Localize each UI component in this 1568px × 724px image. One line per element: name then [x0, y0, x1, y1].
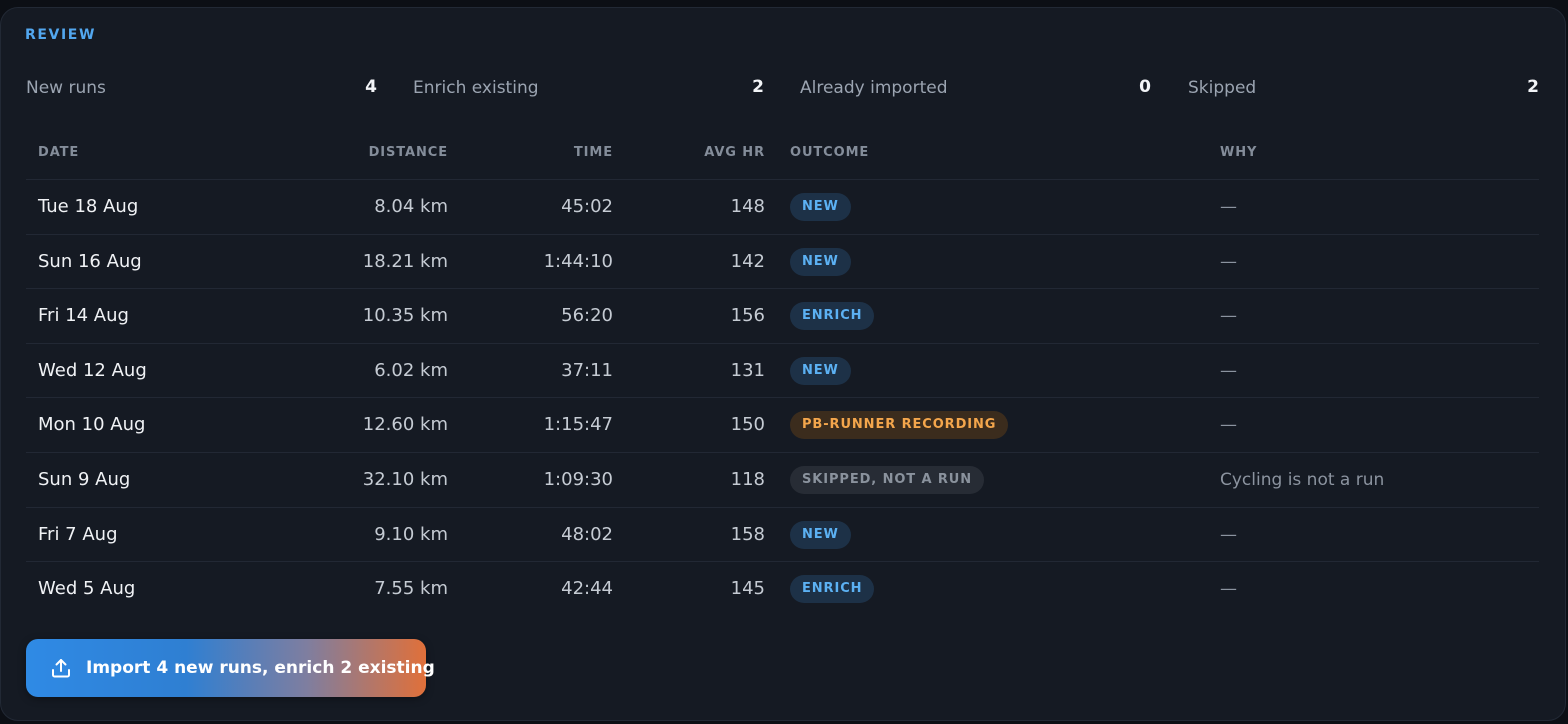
- stat-enrich-existing-label: Enrich existing: [413, 78, 539, 98]
- row-distance: 8.04 km: [374, 196, 448, 217]
- row-avg-hr: 118: [730, 469, 765, 490]
- row-date: Wed 12 Aug: [38, 359, 147, 381]
- stat-already-imported-label: Already imported: [800, 78, 948, 98]
- row-time: 37:11: [561, 359, 613, 381]
- row-avg-hr: 150: [730, 414, 765, 436]
- row-distance: 12.60 km: [362, 414, 448, 436]
- column-header-date: DATE: [38, 145, 80, 160]
- row-date: Tue 18 Aug: [38, 196, 139, 217]
- row-distance: 10.35 km: [362, 305, 448, 327]
- row-why: Cycling is not a run: [1220, 470, 1385, 490]
- row-why: —: [1220, 415, 1237, 436]
- column-header-time: TIME: [573, 145, 613, 160]
- row-time: 48:02: [561, 523, 613, 545]
- row-why: —: [1220, 360, 1237, 381]
- outcome-badge: ENRICH: [790, 575, 875, 604]
- outcome-badge: NEW: [790, 247, 851, 276]
- row-distance: 6.02 km: [374, 359, 448, 381]
- table-row: Fri 14 Aug 10.35 km 56:20 156 ENRICH —: [26, 289, 1539, 344]
- stat-skipped-value: 2: [1527, 77, 1539, 97]
- row-avg-hr: 148: [730, 196, 765, 217]
- row-time: 45:02: [561, 196, 613, 217]
- table-row: Fri 7 Aug 9.10 km 48:02 158 NEW —: [26, 508, 1539, 563]
- row-date: Fri 14 Aug: [38, 305, 129, 327]
- outcome-badge: PB-RUNNER RECORDING: [790, 411, 1009, 440]
- row-date: Mon 10 Aug: [38, 414, 146, 436]
- stat-enrich-existing-value: 2: [752, 77, 764, 97]
- row-time: 1:09:30: [543, 469, 613, 490]
- upload-icon: [52, 659, 70, 678]
- outcome-badge: NEW: [790, 520, 851, 549]
- row-date: Sun 16 Aug: [38, 250, 142, 272]
- stat-skipped-label: Skipped: [1188, 78, 1257, 98]
- table-row: Mon 10 Aug 12.60 km 1:15:47 150 PB-RUNNER RE…: [26, 398, 1539, 453]
- row-date: Fri 7 Aug: [38, 523, 118, 545]
- table-row: Wed 5 Aug 7.55 km 42:44 145 ENRICH —: [26, 562, 1539, 616]
- row-date: Wed 5 Aug: [38, 578, 136, 600]
- outcome-badge: NEW: [790, 356, 851, 385]
- row-distance: 32.10 km: [362, 469, 448, 490]
- row-time: 1:44:10: [543, 250, 613, 272]
- table-row: Wed 12 Aug 6.02 km 37:11 131 NEW —: [26, 344, 1539, 399]
- row-why: —: [1220, 251, 1237, 272]
- column-header-outcome: OUTCOME: [790, 145, 870, 160]
- column-header-distance: DISTANCE: [368, 145, 448, 160]
- row-avg-hr: 145: [730, 578, 765, 600]
- row-why: —: [1220, 306, 1237, 327]
- column-header-avg-hr: AVG HR: [704, 145, 765, 160]
- row-avg-hr: 158: [730, 523, 765, 545]
- import-button[interactable]: Import 4 new runs, enrich 2 existing: [26, 639, 435, 697]
- row-distance: 18.21 km: [362, 250, 448, 272]
- table-row: Sun 9 Aug 32.10 km 1:09:30 118 SKIPPED, NOT …: [26, 453, 1539, 508]
- import-button-label: Import 4 new runs, enrich 2 existing: [86, 658, 435, 678]
- outcome-badge: SKIPPED, NOT A RUN: [790, 466, 985, 494]
- row-why: —: [1220, 579, 1237, 600]
- row-distance: 9.10 km: [374, 523, 448, 545]
- row-avg-hr: 156: [730, 305, 765, 327]
- table-row: Sun 16 Aug 18.21 km 1:44:10 142 NEW —: [26, 235, 1539, 290]
- row-avg-hr: 142: [730, 250, 765, 272]
- outcome-badge: ENRICH: [790, 302, 875, 331]
- row-time: 56:20: [561, 305, 613, 327]
- section-label: REVIEW: [25, 27, 96, 43]
- row-distance: 7.55 km: [374, 578, 448, 600]
- stat-already-imported-value: 0: [1139, 77, 1151, 97]
- row-why: —: [1220, 197, 1237, 217]
- stat-new-runs-value: 4: [365, 77, 377, 97]
- outcome-badge: NEW: [790, 193, 851, 221]
- row-time: 1:15:47: [543, 414, 613, 436]
- row-why: —: [1220, 524, 1237, 545]
- row-time: 42:44: [561, 578, 613, 600]
- column-header-why: WHY: [1220, 145, 1258, 160]
- row-avg-hr: 131: [730, 359, 765, 381]
- row-date: Sun 9 Aug: [38, 469, 131, 490]
- stat-new-runs-label: New runs: [26, 78, 106, 98]
- table-row: Tue 18 Aug 8.04 km 45:02 148 NEW —: [26, 180, 1539, 235]
